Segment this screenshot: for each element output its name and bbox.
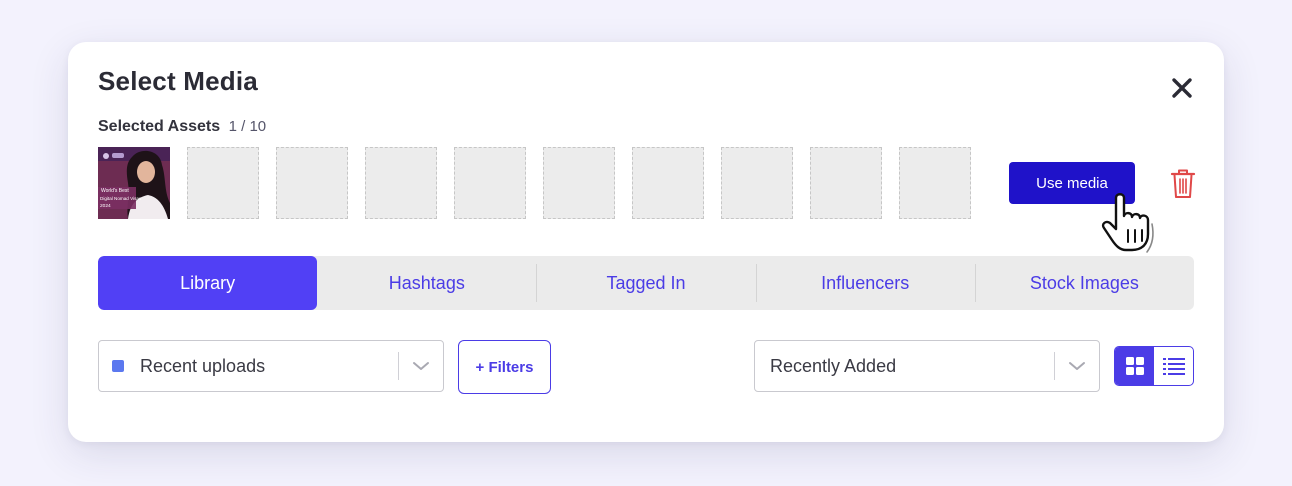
empty-asset-slot[interactable] xyxy=(721,147,793,219)
tab-tagged-in[interactable]: Tagged In xyxy=(536,256,755,310)
empty-asset-slot[interactable] xyxy=(810,147,882,219)
modal-title: Select Media xyxy=(98,66,258,96)
empty-asset-slot[interactable] xyxy=(276,147,348,219)
list-view-icon xyxy=(1162,358,1185,375)
sort-select[interactable]: Recently Added xyxy=(754,340,1100,392)
grid-view-icon xyxy=(1125,357,1144,375)
source-color-swatch xyxy=(112,360,124,372)
filters-button[interactable]: + Filters xyxy=(458,340,551,394)
selected-assets-title: Selected Assets xyxy=(98,118,221,135)
selected-assets-count: 1 / 10 xyxy=(228,118,267,135)
view-toggle xyxy=(1114,346,1194,386)
thumbnail-text-line-2: Digital Nomad Visas xyxy=(100,196,142,201)
tab-library[interactable]: Library xyxy=(98,256,318,310)
thumbnail-text-line-3: 2024 xyxy=(100,203,111,209)
tab-hashtags[interactable]: Hashtags xyxy=(317,256,536,310)
empty-asset-slot[interactable] xyxy=(187,147,259,219)
empty-asset-slot[interactable] xyxy=(365,147,437,219)
close-button[interactable] xyxy=(1166,72,1198,104)
thumbnail-text-line-1: World's Best xyxy=(101,188,129,194)
empty-asset-slot[interactable] xyxy=(454,147,526,219)
empty-asset-slot[interactable] xyxy=(543,147,615,219)
tab-influencers[interactable]: Influencers xyxy=(755,256,975,310)
thumbnail-image: World's Best Digital Nomad Visas 2024 xyxy=(98,147,170,219)
grid-view-button[interactable] xyxy=(1115,347,1154,385)
selected-asset-thumbnail[interactable]: World's Best Digital Nomad Visas 2024 xyxy=(98,147,170,219)
tab-stock-images[interactable]: Stock Images xyxy=(974,256,1194,310)
select-media-modal: Select Media Selected Assets 1 / 10 Worl… xyxy=(68,42,1224,442)
hand-pointer-icon xyxy=(1101,193,1154,253)
media-source-tabs: Library Hashtags Tagged In Influencers S… xyxy=(98,256,1194,310)
chevron-down-icon xyxy=(399,361,443,371)
chevron-down-icon xyxy=(1055,361,1099,371)
list-view-button[interactable] xyxy=(1154,347,1193,385)
sort-select-value: Recently Added xyxy=(770,355,897,376)
selected-assets-label: Selected Assets 1 / 10 xyxy=(98,118,266,136)
trash-icon[interactable] xyxy=(1170,167,1196,199)
empty-asset-slot[interactable] xyxy=(899,147,971,219)
empty-asset-slot[interactable] xyxy=(632,147,704,219)
close-icon xyxy=(1172,78,1192,98)
source-select-value: Recent uploads xyxy=(140,355,266,376)
source-select[interactable]: Recent uploads xyxy=(98,340,444,392)
